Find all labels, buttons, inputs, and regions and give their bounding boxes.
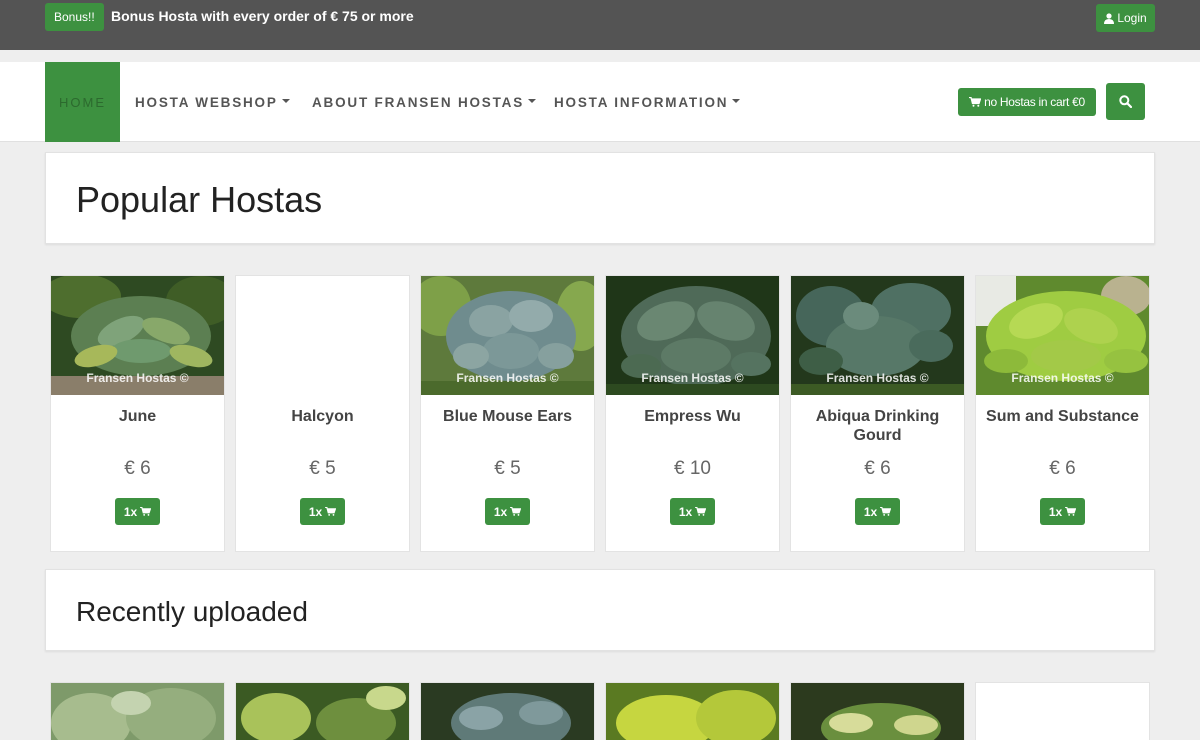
cart-icon — [1065, 507, 1077, 516]
recently-uploaded-title: Recently uploaded — [76, 596, 308, 627]
cart-icon — [880, 507, 892, 516]
caret-down-icon — [732, 99, 741, 103]
login-label: Login — [1117, 11, 1147, 25]
hosta-halcyon-image-placeholder[interactable] — [236, 276, 409, 395]
product-price: € 5 — [494, 458, 521, 479]
add-to-cart-button[interactable]: 1x — [670, 498, 715, 525]
quantity-label: 1x — [1048, 504, 1063, 519]
image-watermark: Fransen Hostas © — [826, 371, 929, 385]
product-price: € 6 — [1049, 458, 1076, 479]
quantity-label: 1x — [863, 504, 878, 519]
product-name[interactable]: June — [59, 407, 216, 426]
product-card[interactable] — [420, 682, 595, 740]
hosta-abiqua-drinking-gourd-image[interactable]: Fransen Hostas © — [791, 276, 964, 395]
add-to-cart-button[interactable]: 1x — [115, 498, 160, 525]
product-name[interactable]: Blue Mouse Ears — [429, 407, 586, 426]
image-watermark: Fransen Hostas © — [86, 371, 189, 385]
quantity-label: 1x — [123, 504, 138, 519]
popular-hostas-panel: Popular Hostas — [45, 152, 1155, 244]
product-name[interactable]: Halcyon — [244, 407, 401, 426]
nav-about-label: ABOUT FRANSEN HOSTAS — [312, 94, 525, 110]
add-to-cart-button[interactable]: 1x — [485, 498, 530, 525]
recently-uploaded-panel: Recently uploaded — [45, 569, 1155, 651]
caret-down-icon — [281, 99, 290, 103]
hosta-june-image[interactable]: Fransen Hostas © — [51, 276, 224, 395]
product-card[interactable]: Fransen Hostas © Blue Mouse Ears € 5 1x — [420, 275, 595, 552]
add-to-cart-button[interactable]: 1x — [300, 498, 345, 525]
cart-icon — [325, 507, 337, 516]
hosta-empress-wu-image[interactable]: Fransen Hostas © — [606, 276, 779, 395]
product-card[interactable]: Fransen Hostas © Sum and Substance € 6 1… — [975, 275, 1150, 552]
product-price: € 6 — [864, 458, 891, 479]
nav-hosta-webshop[interactable]: HOSTA WEBSHOP — [135, 62, 290, 142]
popular-hostas-title: Popular Hostas — [76, 179, 323, 220]
search-icon — [1119, 95, 1132, 108]
product-name[interactable]: Sum and Substance — [984, 407, 1141, 426]
cart-icon — [969, 97, 982, 107]
hosta-image[interactable] — [606, 683, 779, 740]
nav-about-fransen-hostas[interactable]: ABOUT FRANSEN HOSTAS — [312, 62, 537, 142]
product-card[interactable] — [50, 682, 225, 740]
nav-hosta-webshop-label: HOSTA WEBSHOP — [135, 94, 278, 110]
image-watermark: Fransen Hostas © — [456, 371, 559, 385]
product-price: € 6 — [124, 458, 151, 479]
caret-down-icon — [528, 99, 537, 103]
product-card[interactable]: Fransen Hostas © June € 6 1x — [50, 275, 225, 552]
quantity-label: 1x — [493, 504, 508, 519]
nav-hosta-information[interactable]: HOSTA INFORMATION — [554, 62, 741, 142]
cart-button[interactable]: no Hostas in cart €0 — [958, 88, 1096, 116]
product-card[interactable]: Halcyon € 5 1x — [235, 275, 410, 552]
product-card[interactable]: Fransen Hostas © Empress Wu € 10 1x — [605, 275, 780, 552]
nav-information-label: HOSTA INFORMATION — [554, 94, 729, 110]
hosta-image[interactable] — [236, 683, 409, 740]
hosta-blue-mouse-ears-image[interactable]: Fransen Hostas © — [421, 276, 594, 395]
bonus-text: Bonus Hosta with every order of € 75 or … — [111, 8, 414, 24]
image-watermark: Fransen Hostas © — [1011, 371, 1114, 385]
product-card[interactable] — [790, 682, 965, 740]
product-name[interactable]: Empress Wu — [614, 407, 771, 426]
add-to-cart-button[interactable]: 1x — [1040, 498, 1085, 525]
search-button[interactable] — [1106, 83, 1145, 120]
hosta-sum-and-substance-image[interactable]: Fransen Hostas © — [976, 276, 1149, 395]
bonus-badge: Bonus!! — [45, 3, 104, 31]
product-card[interactable] — [975, 682, 1150, 740]
cart-icon — [510, 507, 522, 516]
hosta-image[interactable] — [421, 683, 594, 740]
top-bar: Bonus!! Bonus Hosta with every order of … — [0, 0, 1200, 50]
add-to-cart-button[interactable]: 1x — [855, 498, 900, 525]
product-card[interactable] — [235, 682, 410, 740]
nav-home[interactable]: HOME — [45, 62, 120, 142]
cart-label: no Hostas in cart €0 — [984, 95, 1085, 109]
quantity-label: 1x — [308, 504, 323, 519]
product-name[interactable]: Abiqua Drinking Gourd — [799, 407, 956, 445]
hosta-image[interactable] — [791, 683, 964, 740]
cart-icon — [695, 507, 707, 516]
cart-icon — [140, 507, 152, 516]
product-card[interactable] — [605, 682, 780, 740]
main-navbar: HOME HOSTA WEBSHOP ABOUT FRANSEN HOSTAS … — [0, 62, 1200, 142]
image-watermark: Fransen Hostas © — [641, 371, 744, 385]
product-card[interactable]: Fransen Hostas © Abiqua Drinking Gourd €… — [790, 275, 965, 552]
quantity-label: 1x — [678, 504, 693, 519]
login-button[interactable]: Login — [1096, 4, 1155, 32]
product-price: € 10 — [674, 458, 711, 479]
product-price: € 5 — [309, 458, 336, 479]
user-icon — [1104, 12, 1115, 24]
hosta-image[interactable] — [51, 683, 224, 740]
hosta-image-placeholder[interactable] — [976, 683, 1149, 740]
